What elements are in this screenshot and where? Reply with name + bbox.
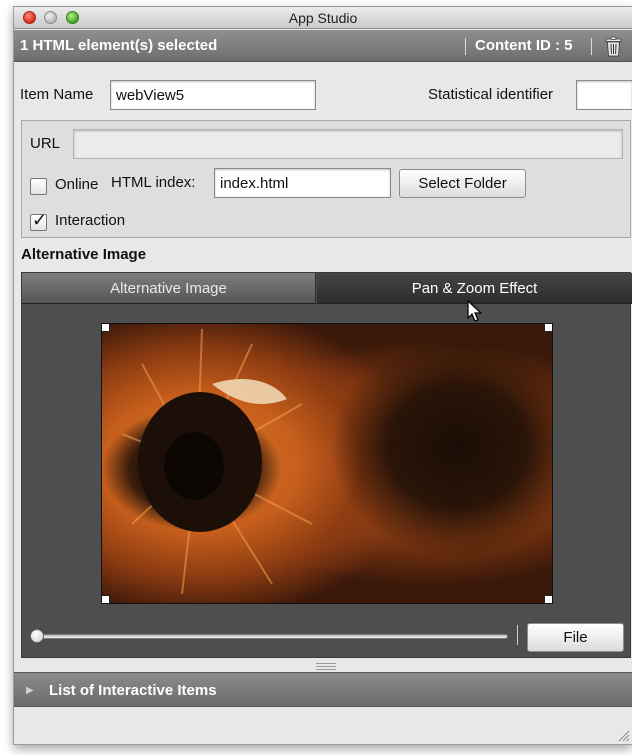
html-index-label: HTML index: [111, 174, 196, 191]
tab-bar: Alternative Image Pan & Zoom Effect [22, 273, 632, 304]
html-index-field[interactable] [214, 168, 391, 198]
resize-handle[interactable] [102, 324, 110, 332]
online-label: Online [55, 176, 99, 193]
alternative-image-section-title: Alternative Image [21, 246, 147, 263]
window-resize-grip-icon[interactable] [618, 730, 630, 742]
interaction-checkbox[interactable]: ✓ [30, 210, 48, 231]
zoom-slider[interactable] [32, 634, 508, 639]
list-of-interactive-items-header[interactable]: ▶ List of Interactive Items [14, 672, 632, 707]
item-name-label: Item Name [20, 86, 94, 103]
disclosure-triangle-icon[interactable]: ▶ [26, 673, 34, 708]
resize-handle[interactable] [544, 324, 552, 332]
resize-handle[interactable] [544, 595, 552, 603]
zoom-window-button[interactable] [66, 11, 79, 24]
alternative-image-preview[interactable] [101, 323, 553, 604]
tab-alternative-image[interactable]: Alternative Image [22, 273, 316, 304]
item-name-field[interactable] [110, 80, 316, 110]
checkmark-icon: ✓ [32, 210, 48, 230]
separator [591, 38, 592, 55]
url-label: URL [30, 135, 61, 152]
minimize-window-button[interactable] [44, 11, 57, 24]
selection-title: 1 HTML element(s) selected [20, 37, 218, 54]
statistical-identifier-label: Statistical identifier [428, 86, 554, 103]
trash-icon[interactable] [604, 36, 623, 57]
close-window-button[interactable] [23, 11, 36, 24]
separator [465, 38, 466, 55]
app-window: App Studio 1 HTML element(s) selected Co… [13, 6, 632, 745]
separator [517, 625, 518, 645]
alternative-image-panel: Alternative Image Pan & Zoom Effect File [21, 272, 632, 658]
selection-bar: 1 HTML element(s) selected Content ID : … [14, 30, 632, 62]
resize-handle[interactable] [102, 595, 110, 603]
url-field[interactable] [73, 129, 623, 159]
window-title: App Studio [288, 10, 358, 26]
url-group: URL Online HTML index: Select Folder ✓ I… [21, 120, 631, 238]
zoom-slider-knob[interactable] [30, 629, 44, 643]
file-button[interactable]: File [527, 623, 624, 652]
list-of-interactive-items-label: List of Interactive Items [49, 682, 217, 699]
sunflower-image [121, 328, 313, 595]
title-bar[interactable]: App Studio [14, 7, 632, 29]
content-id-label: Content ID : 5 [475, 37, 573, 54]
mouse-pointer-icon [467, 300, 483, 322]
statistical-identifier-field[interactable] [576, 80, 632, 110]
splitter-grip[interactable] [316, 663, 336, 670]
interaction-label: Interaction [55, 212, 126, 229]
online-checkbox[interactable] [30, 178, 47, 195]
select-folder-button[interactable]: Select Folder [399, 169, 526, 198]
